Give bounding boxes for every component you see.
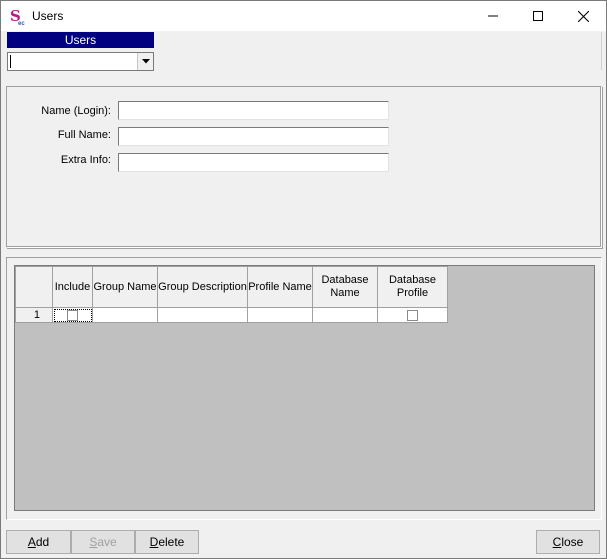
- title-bar[interactable]: Sec Users: [1, 1, 606, 31]
- table-row[interactable]: 1: [15, 307, 448, 323]
- column-header-database-name[interactable]: Database Name: [312, 266, 378, 308]
- maximize-button[interactable]: [515, 1, 561, 31]
- database-profile-checkbox[interactable]: [407, 309, 418, 321]
- minimize-icon: [488, 15, 498, 17]
- column-header-database-profile[interactable]: Database Profile: [377, 266, 448, 308]
- dropdown-button[interactable]: [137, 53, 153, 70]
- app-icon: Sec: [10, 7, 25, 27]
- extra-info-label: Extra Info:: [60, 154, 111, 166]
- column-header-profile-name[interactable]: Profile Name: [247, 266, 313, 308]
- users-window: Sec Users Users Name (Login): Full Name:…: [0, 0, 607, 559]
- delete-button[interactable]: Delete: [135, 530, 199, 554]
- name-login-input[interactable]: [118, 101, 389, 120]
- window-title: Users: [32, 9, 64, 23]
- extra-info-input[interactable]: [118, 153, 389, 172]
- add-button[interactable]: Add: [6, 530, 71, 554]
- database-profile-cell[interactable]: [377, 307, 448, 323]
- full-name-input[interactable]: [118, 127, 389, 146]
- full-name-label: Full Name:: [57, 129, 111, 141]
- name-login-label: Name (Login):: [41, 105, 111, 117]
- divider: [601, 32, 602, 70]
- groups-grid: Include Group Name Group Description Pro…: [15, 266, 448, 323]
- close-button[interactable]: Close: [536, 530, 600, 554]
- close-icon: [577, 10, 589, 22]
- users-dropdown[interactable]: [7, 52, 154, 71]
- chevron-down-icon: [141, 59, 150, 64]
- column-header-include[interactable]: Include: [52, 266, 93, 308]
- corner-header: [15, 266, 53, 308]
- users-selector-header: Users: [7, 32, 154, 48]
- database-name-cell[interactable]: [312, 307, 378, 323]
- group-description-cell[interactable]: [157, 307, 248, 323]
- close-window-button[interactable]: [560, 1, 606, 31]
- group-name-cell[interactable]: [92, 307, 158, 323]
- profile-name-cell[interactable]: [247, 307, 313, 323]
- include-cell[interactable]: [52, 307, 93, 323]
- maximize-icon: [533, 11, 543, 21]
- column-header-group-name[interactable]: Group Name: [92, 266, 158, 308]
- column-header-group-description[interactable]: Group Description: [157, 266, 248, 308]
- save-button[interactable]: Save: [71, 530, 135, 554]
- minimize-button[interactable]: [470, 1, 516, 31]
- text-caret: [10, 55, 11, 68]
- include-checkbox[interactable]: [67, 309, 78, 321]
- row-number: 1: [15, 307, 53, 323]
